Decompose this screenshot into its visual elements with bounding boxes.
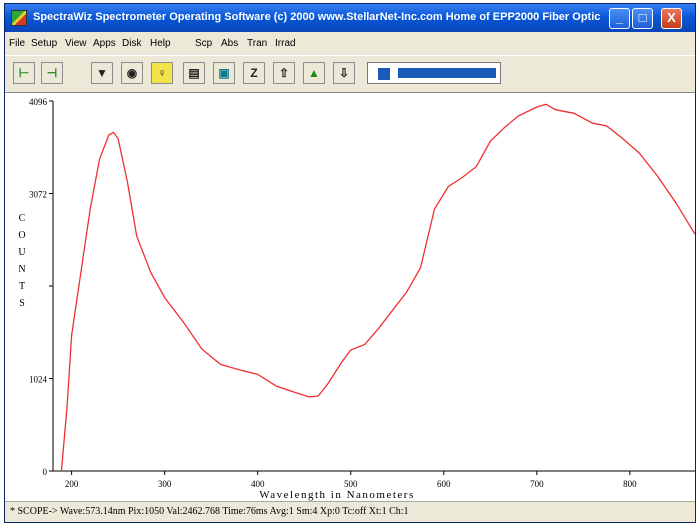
menu-view[interactable]: View: [65, 38, 87, 49]
app-icon[interactable]: [11, 10, 27, 26]
spectrum-graph[interactable]: 0 1024 3072 4096 200 300 400 500 600 700 800 Wave…: [5, 92, 696, 501]
peak-button[interactable]: ▲: [303, 62, 325, 84]
toolbar: ⊢ ⊣ ▼ ◉ ♀ ▤ ▣ Z ⇧ ▲ ⇩: [5, 55, 695, 93]
cursor-right-button[interactable]: ⊣: [41, 62, 63, 84]
x-tick-label: 400: [251, 479, 265, 489]
y-tick-label: 4096: [29, 97, 48, 107]
cursor-left-button[interactable]: ⊢: [13, 62, 35, 84]
x-tick-label: 200: [65, 479, 79, 489]
scale-down-button[interactable]: ⇩: [333, 62, 355, 84]
x-tick-label: 300: [158, 479, 172, 489]
x-tick-label: 600: [437, 479, 451, 489]
x-tick-label: 800: [623, 479, 637, 489]
y-tick-label: 1024: [29, 375, 48, 385]
menu-help[interactable]: Help: [150, 38, 171, 49]
status-readout: * SCOPE-> Wave:573.14nm Pix:1050 Val:246…: [10, 506, 409, 517]
spectrum-chart: 0 1024 3072 4096 200 300 400 500 600 700 800 Wave…: [18, 97, 696, 501]
close-button[interactable]: X: [661, 8, 682, 29]
application-window: SpectraWiz Spectrometer Operating Softwa…: [4, 3, 696, 523]
window-title: SpectraWiz Spectrometer Operating Softwa…: [33, 11, 603, 23]
monitor-icon: ▣: [218, 66, 230, 80]
spectrum-line: [60, 103, 696, 472]
dark-button[interactable]: ▼: [91, 62, 113, 84]
y-axis-label: COUNTS: [18, 213, 26, 309]
y-tick-label: 0: [43, 467, 48, 477]
monitor-button[interactable]: ▣: [213, 62, 235, 84]
zero-button[interactable]: Z: [243, 62, 265, 84]
menu-transmission[interactable]: Tran: [247, 38, 267, 49]
menu-scope[interactable]: Scp: [195, 38, 212, 49]
dark-icon: ▼: [96, 66, 108, 80]
print-button[interactable]: ▤: [183, 62, 205, 84]
status-bar: * SCOPE-> Wave:573.14nm Pix:1050 Val:246…: [5, 501, 695, 523]
menu-apps[interactable]: Apps: [93, 38, 116, 49]
reference-button[interactable]: ◉: [121, 62, 143, 84]
menu-setup[interactable]: Setup: [31, 38, 57, 49]
x-tick-label: 500: [344, 479, 358, 489]
scale-up-button[interactable]: ⇧: [273, 62, 295, 84]
cursor-right-icon: ⊣: [46, 66, 58, 80]
scale-up-icon: ⇧: [278, 66, 290, 80]
print-icon: ▤: [188, 66, 200, 80]
maximize-button[interactable]: □: [632, 8, 653, 29]
menu-absorbance[interactable]: Abs: [221, 38, 238, 49]
scale-down-icon: ⇩: [338, 66, 350, 80]
x-axis-label: Wavelength in Nanometers: [259, 489, 414, 501]
cursor-left-icon: ⊢: [18, 66, 30, 80]
reference-icon: ◉: [126, 66, 138, 80]
minimize-button[interactable]: _: [609, 8, 630, 29]
integration-slider[interactable]: [367, 62, 501, 84]
menu-irradiance[interactable]: Irrad: [275, 38, 296, 49]
slider-thumb[interactable]: [377, 67, 391, 81]
lamp-icon: ♀: [157, 66, 167, 80]
zero-icon: Z: [250, 66, 258, 80]
y-tick-label: 3072: [29, 190, 47, 200]
title-bar[interactable]: SpectraWiz Spectrometer Operating Softwa…: [5, 4, 695, 32]
x-tick-label: 700: [530, 479, 544, 489]
menu-file[interactable]: File: [9, 38, 25, 49]
menu-bar: File Setup View Apps Disk Help Scp Abs T…: [5, 34, 695, 54]
slider-track: [398, 68, 496, 78]
peak-icon: ▲: [308, 66, 320, 80]
menu-disk[interactable]: Disk: [122, 38, 141, 49]
lamp-button[interactable]: ♀: [151, 62, 173, 84]
